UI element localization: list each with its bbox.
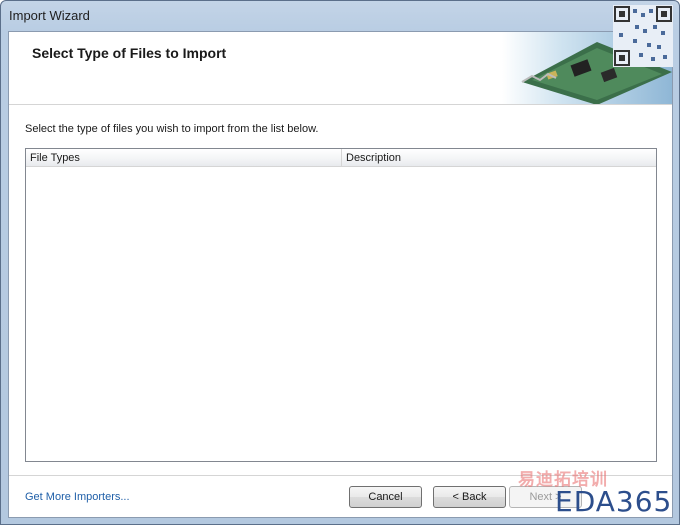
page-title: Select Type of Files to Import <box>32 45 227 61</box>
instruction-text: Select the type of files you wish to imp… <box>25 123 319 135</box>
import-wizard-window: Import Wizard Select Type of Files to Im… <box>0 0 680 525</box>
wizard-header: Select Type of Files to Import <box>9 32 672 105</box>
column-header-description[interactable]: Description <box>342 149 656 167</box>
get-more-importers-link[interactable]: Get More Importers... <box>25 491 130 503</box>
cancel-button[interactable]: Cancel <box>349 486 422 508</box>
column-header-file-types[interactable]: File Types <box>26 149 342 167</box>
qr-code-icon <box>613 5 673 67</box>
back-button[interactable]: < Back <box>433 486 506 508</box>
file-types-list[interactable]: File Types Description <box>25 148 657 462</box>
list-header: File Types Description <box>26 149 656 167</box>
watermark-brand: EDA365 <box>555 485 673 518</box>
title-bar[interactable]: Import Wizard <box>1 1 679 31</box>
window-title: Import Wizard <box>9 8 90 23</box>
wizard-client-area: Select Type of Files to Import Select th… <box>8 31 673 518</box>
